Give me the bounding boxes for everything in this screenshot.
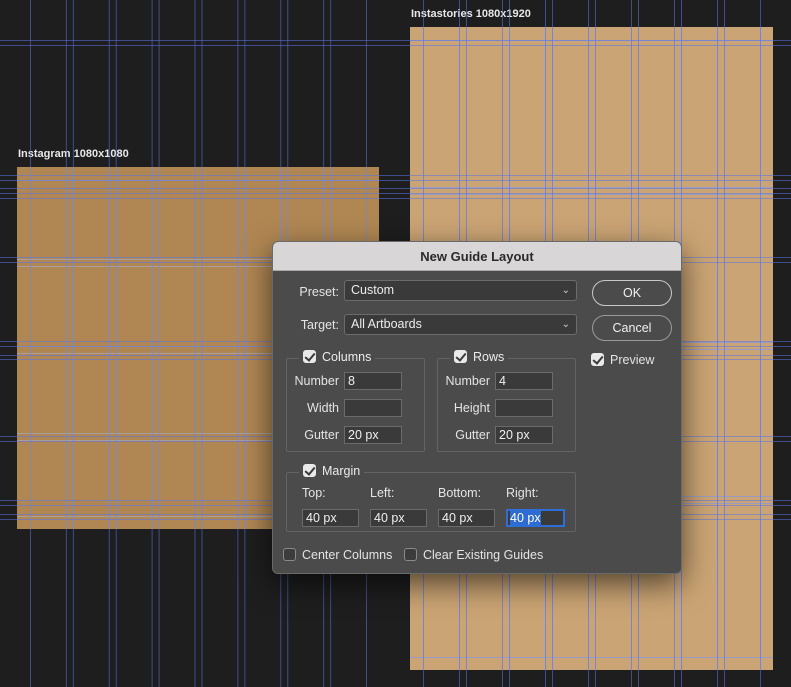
preset-select[interactable]: Custom ⌄ — [344, 280, 577, 301]
center-columns-checkbox[interactable]: Center Columns — [283, 548, 392, 562]
rows-number-input[interactable]: 4 — [495, 372, 553, 390]
margin-right-label: Right: — [506, 486, 539, 500]
preset-label: Preset: — [299, 285, 339, 299]
columns-checkbox[interactable]: Columns — [299, 349, 376, 365]
rows-number-label: Number — [445, 374, 490, 388]
target-label: Target: — [300, 318, 339, 332]
chevron-down-icon: ⌄ — [561, 319, 570, 330]
preset-value: Custom — [351, 283, 395, 297]
margin-top-input[interactable]: 40 px — [302, 509, 359, 527]
columns-gutter-input[interactable]: 20 px — [344, 426, 402, 444]
artboard-label-instagram[interactable]: Instagram 1080x1080 — [18, 148, 129, 160]
photoshop-canvas[interactable]: Instastories 1080x1920 Instagram 1080x10… — [0, 0, 791, 687]
ok-button[interactable]: OK — [592, 280, 672, 306]
center-columns-check-icon — [283, 548, 296, 561]
columns-width-label: Width — [307, 401, 339, 415]
columns-number-label: Number — [294, 374, 339, 388]
margin-bottom-input[interactable]: 40 px — [438, 509, 495, 527]
columns-label: Columns — [322, 350, 372, 364]
columns-gutter-label: Gutter — [304, 428, 339, 442]
margin-right-value: 40 px — [510, 511, 541, 525]
rows-gutter-label: Gutter — [455, 428, 490, 442]
cancel-button[interactable]: Cancel — [592, 315, 672, 341]
chevron-down-icon: ⌄ — [561, 285, 570, 296]
margin-check-icon — [303, 464, 316, 477]
rows-height-label: Height — [453, 401, 490, 415]
target-value: All Artboards — [351, 317, 422, 331]
clear-guides-check-icon — [404, 548, 417, 561]
new-guide-layout-dialog: New Guide Layout Preset: Custom ⌄ Target… — [272, 241, 682, 574]
margin-top-label: Top: — [302, 486, 326, 500]
margin-checkbox[interactable]: Margin — [299, 463, 365, 479]
margin-left-input[interactable]: 40 px — [370, 509, 427, 527]
preview-check-icon — [591, 353, 604, 366]
preview-checkbox[interactable]: Preview — [591, 353, 654, 367]
margin-left-label: Left: — [370, 486, 395, 500]
rows-checkbox[interactable]: Rows — [450, 349, 509, 365]
rows-check-icon — [454, 350, 467, 363]
columns-number-input[interactable]: 8 — [344, 372, 402, 390]
target-select[interactable]: All Artboards ⌄ — [344, 314, 577, 335]
margin-bottom-label: Bottom: — [438, 486, 482, 500]
clear-guides-label: Clear Existing Guides — [423, 548, 544, 562]
margin-label: Margin — [322, 464, 361, 478]
clear-guides-checkbox[interactable]: Clear Existing Guides — [404, 548, 543, 562]
artboard-label-instastories[interactable]: Instastories 1080x1920 — [411, 8, 531, 20]
rows-gutter-input[interactable]: 20 px — [495, 426, 553, 444]
columns-width-input[interactable] — [344, 399, 402, 417]
columns-check-icon — [303, 350, 316, 363]
rows-height-input[interactable] — [495, 399, 553, 417]
preview-label: Preview — [610, 353, 655, 367]
rows-label: Rows — [473, 350, 505, 364]
margin-right-input[interactable]: 40 px — [506, 509, 565, 527]
center-columns-label: Center Columns — [302, 548, 393, 562]
dialog-title[interactable]: New Guide Layout — [273, 242, 681, 271]
